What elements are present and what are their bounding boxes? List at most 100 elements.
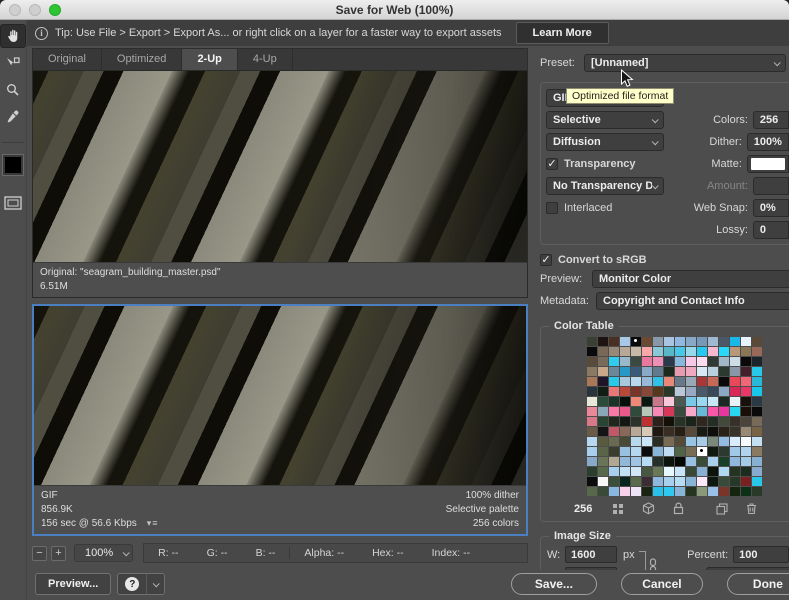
color-swatch[interactable] [675, 467, 685, 476]
color-swatch[interactable] [741, 397, 751, 406]
color-swatch[interactable] [609, 467, 619, 476]
color-swatch[interactable] [664, 387, 674, 396]
color-swatch[interactable] [620, 357, 630, 366]
slice-select-tool[interactable] [0, 51, 26, 75]
eyedropper-color-swatch[interactable] [3, 155, 23, 175]
color-swatch[interactable] [587, 337, 597, 346]
color-swatch[interactable] [642, 427, 652, 436]
color-swatch[interactable] [697, 457, 707, 466]
color-swatch[interactable] [587, 347, 597, 356]
hand-tool[interactable] [0, 24, 26, 48]
color-swatch[interactable] [587, 397, 597, 406]
color-swatch[interactable] [752, 347, 762, 356]
color-swatch[interactable] [719, 367, 729, 376]
delete-color-icon[interactable] [746, 502, 757, 515]
color-swatch[interactable] [752, 387, 762, 396]
color-swatch[interactable] [642, 367, 652, 376]
color-swatch[interactable] [741, 357, 751, 366]
color-swatch[interactable] [752, 377, 762, 386]
color-swatch[interactable] [708, 467, 718, 476]
color-swatch[interactable] [719, 337, 729, 346]
color-swatch[interactable] [741, 457, 751, 466]
color-swatch[interactable] [620, 407, 630, 416]
color-swatch[interactable] [653, 357, 663, 366]
color-swatch[interactable] [609, 387, 619, 396]
color-swatch[interactable] [642, 337, 652, 346]
color-swatch[interactable] [609, 407, 619, 416]
color-swatch[interactable] [730, 357, 740, 366]
color-swatch[interactable] [697, 347, 707, 356]
color-swatch[interactable] [719, 417, 729, 426]
color-swatch[interactable] [587, 407, 597, 416]
websnap-select[interactable]: 0% [753, 199, 789, 217]
color-swatch[interactable] [719, 437, 729, 446]
tab-4up[interactable]: 4-Up [238, 49, 293, 70]
color-swatch[interactable] [620, 347, 630, 356]
color-swatch[interactable] [609, 457, 619, 466]
color-swatch[interactable] [719, 407, 729, 416]
color-swatch[interactable] [653, 407, 663, 416]
color-swatch[interactable] [708, 337, 718, 346]
color-swatch[interactable] [598, 447, 608, 456]
color-swatch[interactable] [598, 417, 608, 426]
color-swatch[interactable] [620, 377, 630, 386]
color-swatch[interactable] [653, 427, 663, 436]
color-swatch[interactable] [653, 377, 663, 386]
color-swatch[interactable] [642, 447, 652, 456]
colors-select[interactable]: 256 [753, 111, 789, 129]
color-swatch[interactable] [741, 477, 751, 486]
color-swatch[interactable] [664, 357, 674, 366]
color-swatch[interactable] [598, 337, 608, 346]
color-swatch[interactable] [719, 427, 729, 436]
color-swatch[interactable] [675, 347, 685, 356]
color-swatch[interactable] [587, 427, 597, 436]
download-speed-menu-icon[interactable]: ▾≡ [147, 518, 159, 528]
color-swatch[interactable] [752, 427, 762, 436]
color-swatch[interactable] [686, 387, 696, 396]
color-swatch[interactable] [664, 397, 674, 406]
color-swatch[interactable] [741, 417, 751, 426]
color-swatch[interactable] [620, 467, 630, 476]
color-swatch[interactable] [631, 347, 641, 356]
color-swatch[interactable] [675, 367, 685, 376]
color-swatch[interactable] [664, 467, 674, 476]
color-swatch[interactable] [708, 407, 718, 416]
color-swatch[interactable] [587, 467, 597, 476]
color-swatch[interactable] [730, 417, 740, 426]
color-swatch[interactable] [708, 387, 718, 396]
color-swatch[interactable] [609, 427, 619, 436]
color-swatch[interactable] [752, 407, 762, 416]
color-swatch[interactable] [620, 417, 630, 426]
convert-srgb-checkbox[interactable]: ✓ [540, 254, 552, 266]
color-swatch[interactable] [653, 417, 663, 426]
color-swatch[interactable] [620, 337, 630, 346]
color-swatch[interactable] [609, 447, 619, 456]
color-swatch[interactable] [697, 477, 707, 486]
eyedropper-tool[interactable] [0, 105, 26, 129]
color-swatch[interactable] [675, 457, 685, 466]
transparency-checkbox[interactable]: ✓ [546, 158, 558, 170]
color-swatch[interactable] [642, 347, 652, 356]
color-swatch[interactable] [642, 357, 652, 366]
default-browser-button[interactable]: ? [118, 574, 146, 594]
color-swatch[interactable] [631, 467, 641, 476]
color-swatch[interactable] [686, 477, 696, 486]
color-swatch[interactable] [653, 347, 663, 356]
color-swatch[interactable] [675, 397, 685, 406]
color-swatch[interactable] [730, 447, 740, 456]
color-swatch[interactable] [741, 437, 751, 446]
color-swatch[interactable] [620, 437, 630, 446]
lock-color-icon[interactable] [673, 502, 684, 515]
dither-method-select[interactable]: Diffusion [546, 133, 664, 151]
color-swatch[interactable] [664, 367, 674, 376]
tab-2up[interactable]: 2-Up [182, 49, 237, 70]
matte-select[interactable] [747, 155, 789, 173]
color-swatch[interactable] [631, 357, 641, 366]
color-swatch[interactable] [708, 377, 718, 386]
color-swatch[interactable] [719, 487, 729, 496]
color-swatch[interactable] [686, 367, 696, 376]
color-swatch[interactable] [708, 427, 718, 436]
color-swatch[interactable] [752, 417, 762, 426]
color-swatch[interactable] [664, 347, 674, 356]
color-swatch[interactable] [730, 477, 740, 486]
